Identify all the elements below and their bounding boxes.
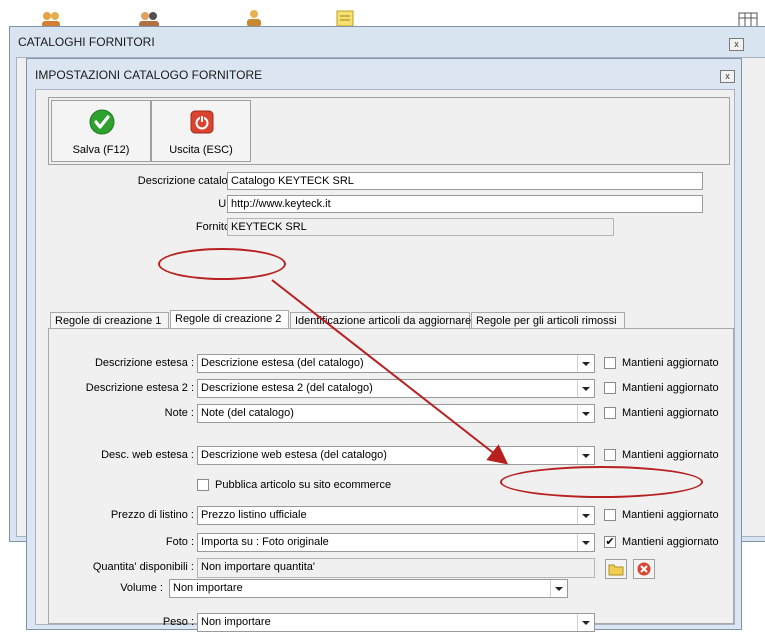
- annotation-arrow: [271, 279, 509, 465]
